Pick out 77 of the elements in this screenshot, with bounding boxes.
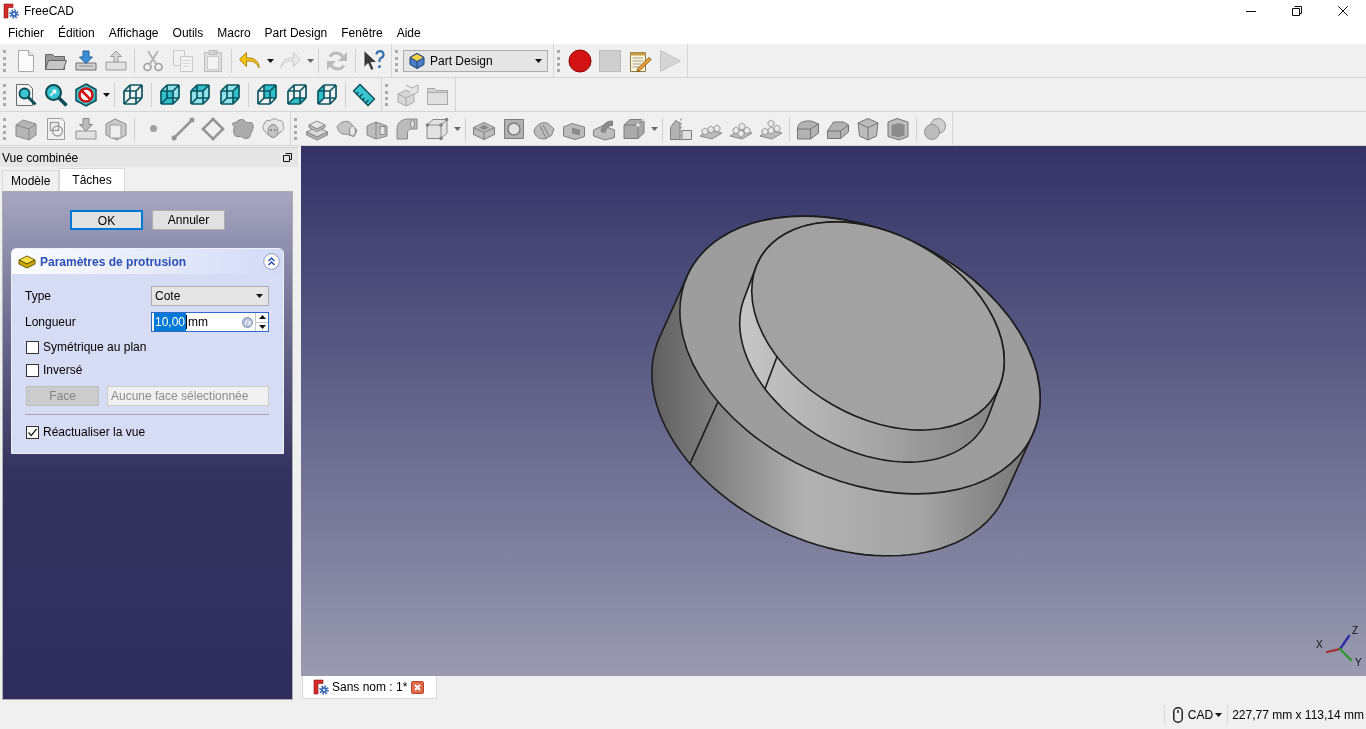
minimize-icon[interactable] bbox=[1246, 10, 1256, 12]
menu-item[interactable]: Part Design bbox=[257, 22, 335, 44]
checkbox-label: Inversé bbox=[43, 362, 83, 379]
toolbar-handle[interactable] bbox=[557, 49, 560, 72]
checkbox[interactable] bbox=[26, 340, 39, 354]
axis-label: Y bbox=[1355, 657, 1362, 668]
toolbar-handle[interactable] bbox=[3, 83, 6, 106]
checkbox[interactable] bbox=[26, 363, 39, 377]
document-tab[interactable]: Sans nom : 1* bbox=[302, 676, 438, 699]
caret-icon bbox=[256, 294, 263, 298]
magnifier-arrow-icon[interactable] bbox=[44, 82, 68, 107]
pointer-question-icon[interactable] bbox=[362, 48, 386, 73]
type-dropdown[interactable]: Cote bbox=[151, 286, 269, 306]
gear-logo-icon bbox=[3, 3, 19, 19]
menu-item[interactable]: Outils bbox=[165, 22, 211, 44]
menu-item[interactable]: Édition bbox=[51, 22, 102, 44]
length-field[interactable]: 10,00 mm bbox=[151, 312, 269, 332]
section-title: Paramètres de protrusion bbox=[40, 253, 188, 271]
checkbox[interactable] bbox=[26, 425, 39, 439]
filled-circle-icon[interactable] bbox=[568, 48, 592, 73]
close-icon[interactable] bbox=[1338, 6, 1348, 16]
cube-top-face-icon[interactable] bbox=[188, 82, 212, 107]
menu-item[interactable]: Fenêtre bbox=[334, 22, 390, 44]
ok-button[interactable]: OK bbox=[70, 210, 143, 230]
caret-icon[interactable] bbox=[102, 92, 110, 97]
gear-logo-icon bbox=[313, 679, 329, 695]
3d-viewport[interactable]: Z X Y bbox=[301, 146, 1366, 676]
checkbox-label: Symétrique au plan bbox=[43, 339, 147, 356]
float-window-icon[interactable] bbox=[283, 153, 292, 162]
cube-right-face-icon[interactable] bbox=[218, 82, 242, 107]
dock-title: Vue combinée bbox=[2, 149, 79, 167]
tab[interactable]: Tâches bbox=[59, 168, 125, 191]
menu-item[interactable]: Macro bbox=[210, 22, 258, 44]
tray-arrow-up-icon[interactable] bbox=[104, 48, 128, 73]
no-entry-hexagon-icon[interactable] bbox=[74, 82, 98, 107]
mouse-icon bbox=[1172, 706, 1183, 723]
window-title: FreeCAD bbox=[24, 3, 74, 20]
tab[interactable]: Modèle bbox=[2, 170, 60, 191]
unit-label: mm bbox=[188, 314, 209, 331]
menu-item[interactable]: Aide bbox=[389, 22, 428, 44]
toolbar-handle[interactable] bbox=[294, 117, 297, 140]
block-icon bbox=[18, 253, 36, 270]
restore-icon[interactable] bbox=[1292, 6, 1302, 16]
spin-down-icon[interactable] bbox=[258, 324, 266, 329]
toolbar-handle[interactable] bbox=[3, 117, 6, 140]
axis-triad-drawing bbox=[1325, 634, 1353, 662]
wireframe-cube-icon[interactable] bbox=[121, 82, 145, 107]
expression-icon[interactable] bbox=[242, 316, 253, 328]
menu-item[interactable]: Fichier bbox=[1, 22, 51, 44]
caret-icon bbox=[1215, 712, 1223, 717]
caret-icon bbox=[535, 58, 542, 63]
axis-label: Z bbox=[1352, 625, 1359, 636]
toolbar-handle[interactable] bbox=[385, 83, 388, 106]
tray-arrow-down-icon[interactable] bbox=[74, 48, 98, 73]
checkbox-label: Réactualiser la vue bbox=[43, 424, 146, 441]
toolbar-handle[interactable] bbox=[395, 49, 398, 72]
axis-label: X bbox=[1316, 639, 1323, 650]
field-label: Type bbox=[25, 288, 51, 305]
dimensions-label: 227,77 mm x 113,14 mm bbox=[1232, 706, 1364, 724]
cube-front-face-icon[interactable] bbox=[158, 82, 182, 107]
field-label: Longueur bbox=[25, 314, 76, 331]
page-magnifier-icon[interactable] bbox=[14, 82, 38, 107]
caret-icon[interactable] bbox=[266, 58, 274, 63]
cube-icon bbox=[409, 52, 425, 69]
spin-up-icon[interactable] bbox=[258, 315, 266, 320]
cube-left-face-icon[interactable] bbox=[315, 82, 339, 107]
text-cursor bbox=[186, 315, 188, 329]
ruler-icon[interactable] bbox=[352, 82, 376, 107]
navigation-style-button[interactable]: CAD bbox=[1187, 704, 1223, 725]
toolbar-handle[interactable] bbox=[3, 49, 6, 72]
cube-rear-face-icon[interactable] bbox=[255, 82, 279, 107]
field-value: 10,00 bbox=[154, 313, 187, 331]
workbench-dropdown[interactable]: Part Design bbox=[403, 49, 548, 72]
cube-bottom-face-icon[interactable] bbox=[285, 82, 309, 107]
menu-item[interactable]: Affichage bbox=[101, 22, 166, 44]
cancel-button[interactable]: Annuler bbox=[152, 210, 225, 230]
collapse-icon[interactable] bbox=[263, 253, 280, 270]
